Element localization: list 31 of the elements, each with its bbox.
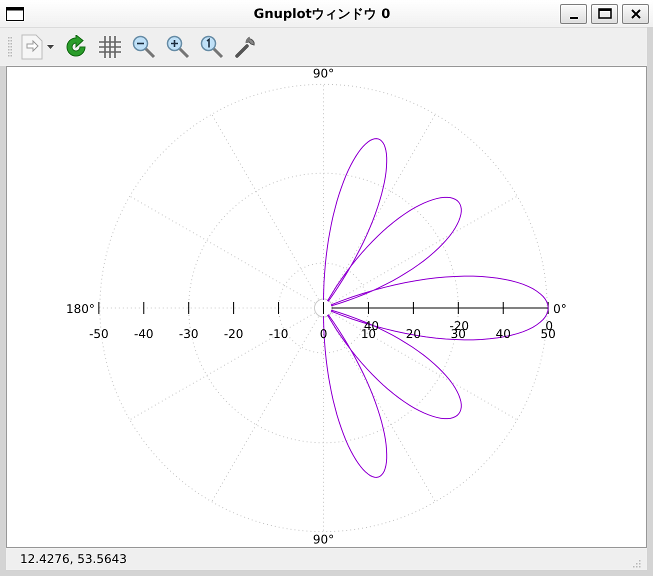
window-title: Gnuplotウィンドウ 0 [252, 6, 392, 22]
close-button[interactable] [622, 4, 649, 24]
grid-icon [98, 35, 122, 59]
close-icon [630, 8, 640, 18]
zoom-out-icon [132, 35, 156, 59]
axis-tick-label: -30 [178, 326, 198, 341]
maximize-button[interactable] [591, 4, 618, 24]
maximize-icon [598, 8, 612, 19]
magnifier-one-icon [200, 35, 224, 59]
document-arrow-icon [20, 34, 44, 60]
minimize-button[interactable] [560, 4, 587, 24]
grip-icon [8, 37, 12, 57]
cursor-coordinates: 12.4276, 53.5643 [20, 552, 128, 566]
axis-tick-label: -50 [89, 326, 109, 341]
zoom-reset-button[interactable] [198, 33, 226, 61]
zoom-out-button[interactable] [130, 33, 158, 61]
zoom-in-button[interactable] [164, 33, 192, 61]
window-icon [6, 6, 24, 20]
caret-icon [47, 45, 54, 49]
angle-label: 180° [66, 302, 95, 316]
grid-button[interactable] [96, 33, 124, 61]
minimize-icon [570, 16, 578, 18]
resize-grip-icon [631, 558, 641, 568]
angle-label: 90° [312, 67, 334, 80]
axis-tick-label: -40 [134, 326, 154, 341]
refresh-icon [64, 35, 88, 59]
axis-tick-label: -10 [268, 326, 288, 341]
angle-label: 0° [553, 302, 567, 316]
zoom-in-icon [166, 35, 190, 59]
axis-tick-label: -20 [224, 326, 244, 341]
angle-label: 90° [312, 532, 334, 547]
